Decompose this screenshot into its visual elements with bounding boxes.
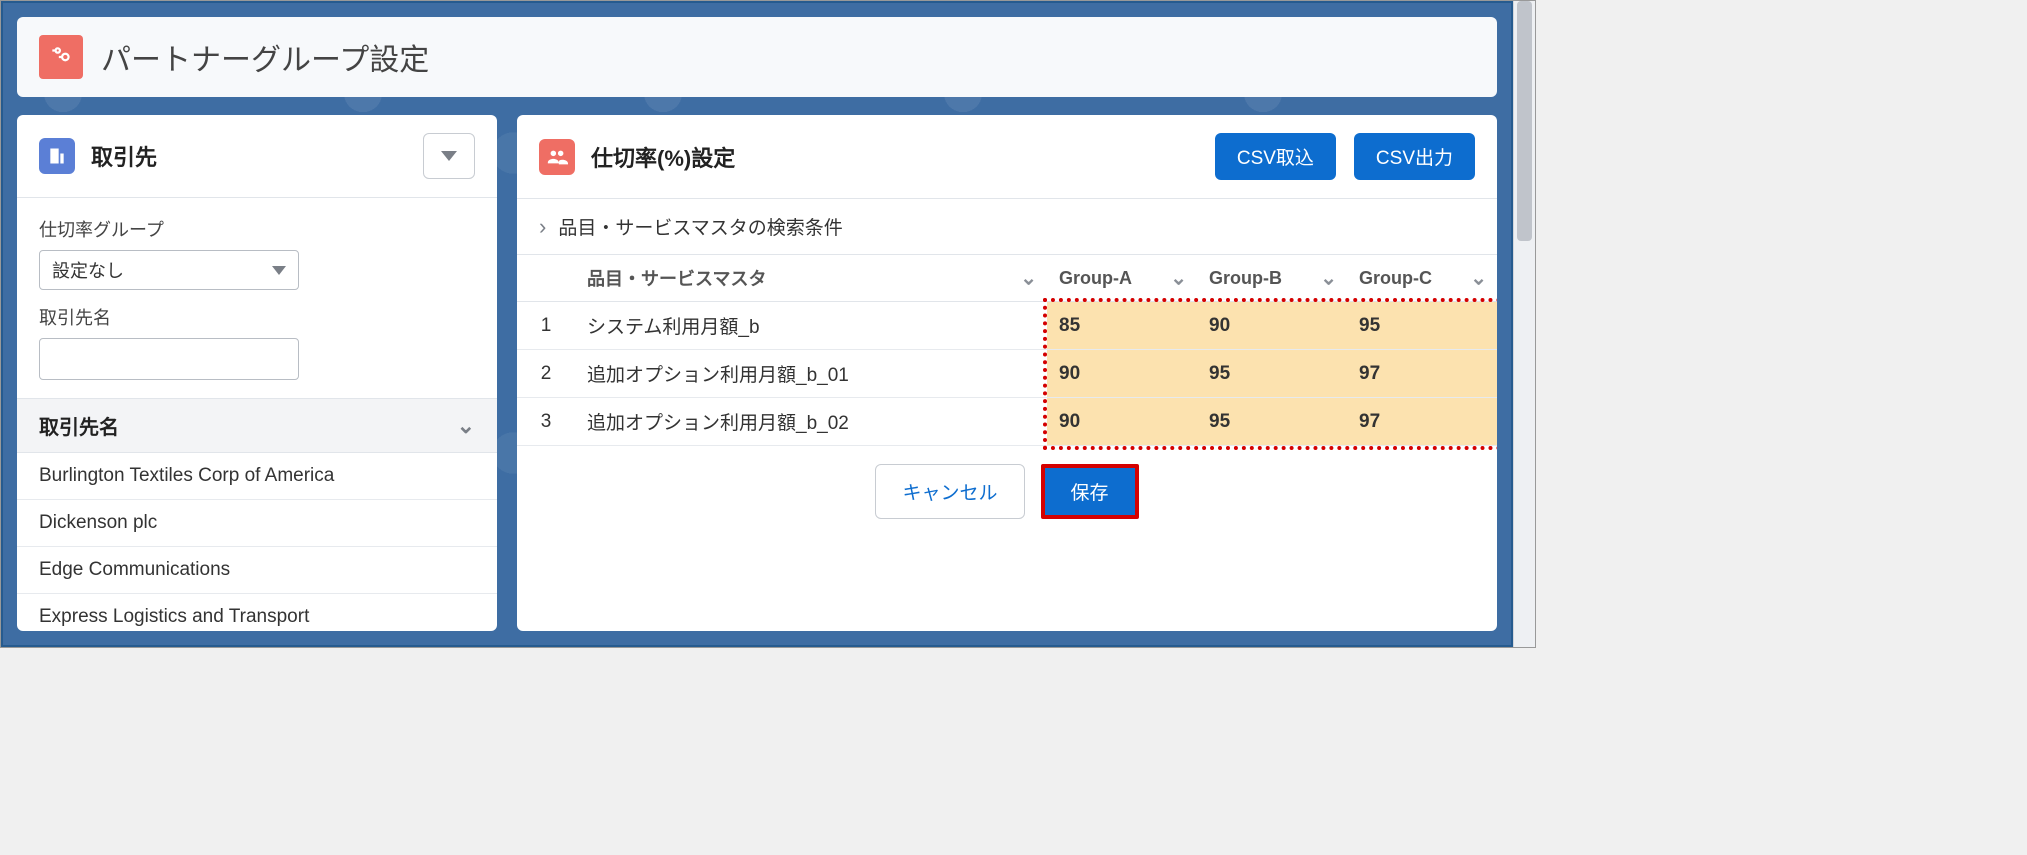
account-list-header[interactable]: 取引先名 ⌄	[17, 398, 497, 453]
rate-head: 仕切率(%)設定 CSV取込 CSV出力	[517, 115, 1497, 199]
account-name-label: 取引先名	[39, 304, 475, 330]
caret-down-icon	[441, 151, 457, 161]
col-group-a[interactable]: Group-A ⌄	[1047, 255, 1197, 302]
table-row: 1 システム利用月額_b 85 90 95	[517, 302, 1497, 350]
row-name: 追加オプション利用月額_b_02	[575, 398, 1047, 446]
search-criteria-toggle[interactable]: › 品目・サービスマスタの検索条件	[517, 199, 1497, 254]
list-item[interactable]: Express Logistics and Transport	[17, 594, 497, 631]
rate-table-wrap: 品目・サービスマスタ ⌄ Group-A ⌄ Group-B	[517, 254, 1497, 446]
row-name: 追加オプション利用月額_b_01	[575, 350, 1047, 398]
vertical-scrollbar[interactable]	[1513, 1, 1535, 647]
building-icon	[39, 138, 75, 174]
row-index: 2	[517, 350, 575, 398]
accounts-menu-button[interactable]	[423, 133, 475, 179]
app-background: パートナーグループ設定 取引先	[3, 3, 1511, 645]
filter-group-select[interactable]: 設定なし	[39, 250, 299, 290]
list-item[interactable]: Edge Communications	[17, 547, 497, 594]
filter-group-label: 仕切率グループ	[39, 216, 475, 242]
page-header: パートナーグループ設定	[17, 17, 1497, 97]
cell-group-a[interactable]: 85	[1047, 302, 1197, 350]
chevron-down-icon[interactable]: ⌄	[1170, 266, 1187, 291]
rate-footer: キャンセル 保存	[517, 446, 1497, 541]
chevron-down-icon[interactable]: ⌄	[1470, 266, 1487, 291]
scrollbar-thumb[interactable]	[1517, 1, 1532, 241]
csv-export-button[interactable]: CSV出力	[1354, 133, 1475, 180]
caret-down-icon	[272, 266, 286, 275]
cell-group-a[interactable]: 90	[1047, 398, 1197, 446]
row-index: 1	[517, 302, 575, 350]
chevron-down-icon[interactable]: ⌄	[1320, 266, 1337, 291]
chevron-down-icon: ⌄	[457, 413, 475, 439]
annotation-save-frame: 保存	[1041, 464, 1139, 519]
rate-title: 仕切率(%)設定	[591, 141, 735, 173]
cell-group-b[interactable]: 90	[1197, 302, 1347, 350]
table-row: 3 追加オプション利用月額_b_02 90 95 97	[517, 398, 1497, 446]
col-group-c-label: Group-C	[1359, 268, 1432, 288]
table-row: 2 追加オプション利用月額_b_01 90 95 97	[517, 350, 1497, 398]
page-title: パートナーグループ設定	[101, 35, 429, 79]
chevron-down-icon[interactable]: ⌄	[1020, 266, 1037, 291]
cancel-button[interactable]: キャンセル	[875, 464, 1024, 519]
account-filters: 仕切率グループ 設定なし 取引先名	[17, 198, 497, 398]
cell-group-b[interactable]: 95	[1197, 398, 1347, 446]
accounts-title: 取引先	[91, 140, 157, 172]
gears-icon	[39, 35, 83, 79]
cell-group-c[interactable]: 95	[1347, 302, 1497, 350]
app-window: パートナーグループ設定 取引先	[0, 0, 1536, 648]
accounts-head: 取引先	[17, 115, 497, 198]
search-criteria-label: 品目・サービスマスタの検索条件	[558, 213, 842, 240]
csv-import-button[interactable]: CSV取込	[1215, 133, 1336, 180]
col-name[interactable]: 品目・サービスマスタ ⌄	[575, 255, 1047, 302]
filter-group-value: 設定なし	[52, 257, 124, 283]
app-content: パートナーグループ設定 取引先	[1, 1, 1513, 647]
list-item[interactable]: Burlington Textiles Corp of America	[17, 453, 497, 500]
row-name: システム利用月額_b	[575, 302, 1047, 350]
col-name-label: 品目・サービスマスタ	[587, 269, 766, 289]
row-index: 3	[517, 398, 575, 446]
cell-group-c[interactable]: 97	[1347, 350, 1497, 398]
body: 取引先 仕切率グループ 設定なし 取引先名	[3, 97, 1511, 645]
account-list: Burlington Textiles Corp of America Dick…	[17, 453, 497, 631]
col-index	[517, 255, 575, 302]
cell-group-a[interactable]: 90	[1047, 350, 1197, 398]
rate-panel: 仕切率(%)設定 CSV取込 CSV出力 › 品目・サービスマスタの検索条件	[517, 115, 1497, 631]
col-group-b-label: Group-B	[1209, 268, 1282, 288]
col-group-c[interactable]: Group-C ⌄	[1347, 255, 1497, 302]
people-icon	[539, 139, 575, 175]
chevron-right-icon: ›	[539, 214, 546, 240]
save-button[interactable]: 保存	[1045, 468, 1135, 515]
accounts-panel: 取引先 仕切率グループ 設定なし 取引先名	[17, 115, 497, 631]
account-name-input[interactable]	[39, 338, 299, 380]
list-item[interactable]: Dickenson plc	[17, 500, 497, 547]
cell-group-c[interactable]: 97	[1347, 398, 1497, 446]
rate-table: 品目・サービスマスタ ⌄ Group-A ⌄ Group-B	[517, 254, 1497, 446]
col-group-a-label: Group-A	[1059, 268, 1132, 288]
col-group-b[interactable]: Group-B ⌄	[1197, 255, 1347, 302]
account-list-header-label: 取引先名	[39, 411, 119, 440]
cell-group-b[interactable]: 95	[1197, 350, 1347, 398]
